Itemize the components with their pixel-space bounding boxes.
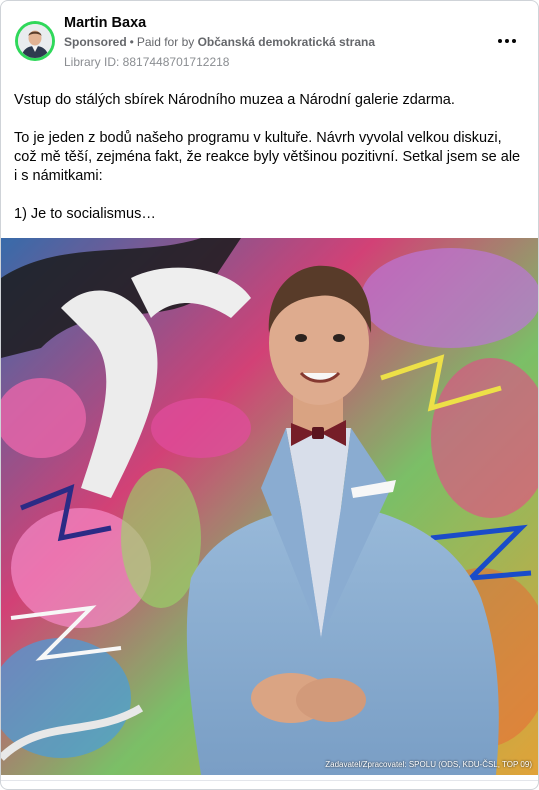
post-paragraph: 1) Je to socialismus…: [14, 206, 156, 222]
more-horizontal-icon-dot: [512, 39, 516, 43]
card-divider: [1, 780, 538, 781]
meta-separator: •: [129, 35, 134, 49]
graffiti-portrait-photo: [1, 238, 538, 775]
image-disclaimer-caption: Zadavatel/Zpracovatel: SPOLU (ODS, KDU-Č…: [325, 760, 532, 769]
more-options-button[interactable]: [493, 29, 521, 53]
sponsored-line: Sponsored • Paid for by Občanská demokrati…: [64, 35, 375, 49]
paid-for-by-name[interactable]: Občanská demokratická strana: [198, 35, 375, 49]
sponsored-label[interactable]: Sponsored: [64, 35, 127, 49]
library-id: Library ID: 8817448701712218: [64, 55, 230, 69]
ad-post-card: Martin Baxa Sponsored • Paid for by Občans…: [0, 0, 539, 790]
post-paragraph: To je jeden z bodů našeho programu v kul…: [14, 130, 521, 184]
paid-for-prefix: Paid for by: [136, 35, 195, 49]
avatar-portrait: [18, 24, 52, 58]
more-horizontal-icon: [498, 39, 502, 43]
author-avatar[interactable]: [15, 21, 55, 61]
post-header: Martin Baxa Sponsored • Paid for by Občans…: [1, 1, 538, 79]
post-image[interactable]: Zadavatel/Zpracovatel: SPOLU (ODS, KDU-Č…: [1, 238, 538, 775]
post-paragraph: Vstup do stálých sbírek Národního muzea …: [14, 92, 455, 108]
more-horizontal-icon-dot: [505, 39, 509, 43]
post-text: Vstup do stálých sbírek Národního muzea …: [14, 91, 524, 224]
author-name[interactable]: Martin Baxa: [64, 15, 146, 31]
